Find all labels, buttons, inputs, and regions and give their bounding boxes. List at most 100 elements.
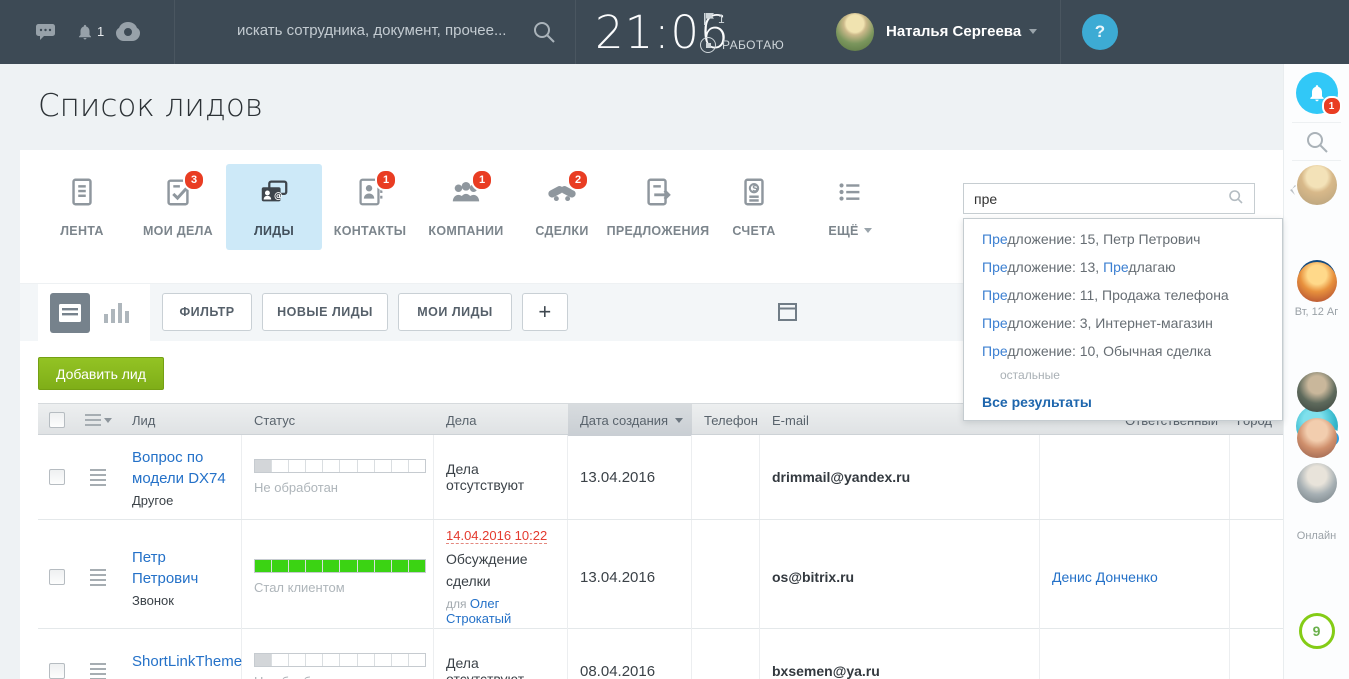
svg-text:S: S: [752, 183, 758, 193]
work-status-toggle[interactable]: РАБОТАЮ: [700, 37, 784, 53]
activity-datetime-link[interactable]: 14.04.2016 10:22: [446, 528, 547, 544]
column-header-created-sorted[interactable]: Дата создания: [568, 404, 692, 436]
notifications-count: 1: [97, 24, 104, 39]
activity-title: Обсуждение сделки: [446, 549, 555, 592]
activity-cell: Дела отсутствуют: [434, 629, 568, 679]
search-suggestion[interactable]: Предложение: 10, Обычная сделка: [964, 337, 1282, 365]
responsible-cell: [1040, 629, 1230, 679]
all-results-link[interactable]: Все результаты: [964, 387, 1282, 412]
user-menu[interactable]: Наталья Сергеева: [886, 23, 1037, 40]
row-actions-menu-icon[interactable]: [90, 469, 106, 486]
select-all-checkbox[interactable]: [49, 412, 65, 428]
help-button[interactable]: ?: [1082, 14, 1118, 50]
tab-badge: 1: [471, 169, 493, 191]
list-view-button[interactable]: [50, 293, 90, 333]
add-lead-button[interactable]: Добавить лид: [38, 357, 164, 390]
row-actions-menu-icon[interactable]: [90, 663, 106, 679]
activity-person-link[interactable]: Олег Строкатый: [446, 596, 511, 626]
sidebar-divider: [1292, 160, 1341, 161]
crm-search-input[interactable]: пре: [963, 183, 1255, 214]
email-cell: os@bitrix.ru: [760, 520, 1040, 634]
lead-source: Звонок: [132, 593, 229, 608]
contacts-icon: 1: [352, 177, 388, 213]
page-title: Список лидов: [38, 88, 263, 124]
status-label: Не обработан: [254, 480, 421, 495]
lead-link[interactable]: Вопрос по модели DX74: [132, 447, 229, 489]
crm-search-icon[interactable]: [1228, 189, 1244, 208]
topbar-divider: [1060, 0, 1061, 64]
filter-button[interactable]: ФИЛЬТР: [162, 293, 252, 331]
tab-leads[interactable]: @ ЛИДЫ: [226, 164, 322, 250]
column-header-phone[interactable]: Телефон: [692, 404, 760, 436]
city-cell: [1230, 520, 1284, 634]
search-suggestion[interactable]: Предложение: 15, Петр Петрович: [964, 225, 1282, 253]
status-progressbar: [254, 653, 426, 667]
created-date-cell: 13.04.2016: [568, 520, 692, 634]
drive-cloud-icon[interactable]: [116, 22, 140, 46]
responsible-link[interactable]: Денис Донченко: [1052, 569, 1217, 585]
sidebar-user-avatar[interactable]: [1297, 262, 1337, 302]
sidebar-user-avatar[interactable]: [1297, 165, 1337, 205]
pin-icon: [1290, 182, 1300, 200]
calendar-icon[interactable]: [778, 303, 797, 326]
phone-cell: [692, 629, 760, 679]
search-suggestion[interactable]: Предложение: 13, Предлагаю: [964, 253, 1282, 281]
column-header-created-label: Дата создания: [580, 413, 668, 428]
table-row: Петр Петрович Звонок Стал клиентом 14.04.…: [38, 520, 1284, 629]
online-users-counter[interactable]: 9: [1299, 613, 1335, 649]
preset-my-leads-button[interactable]: МОИ ЛИДЫ: [398, 293, 512, 331]
tab-label: ЛЕНТА: [60, 224, 104, 238]
phone-cell: [692, 435, 760, 519]
crm-tabs: ЛЕНТА 3 МОИ ДЕЛА @ ЛИДЫ 1 КОНТАКТЫ 1 КОМ…: [34, 164, 898, 250]
sidebar-user-avatar[interactable]: [1297, 372, 1337, 412]
column-header-lead[interactable]: Лид: [120, 404, 242, 436]
tab-companies[interactable]: 1 КОМПАНИИ: [418, 164, 514, 250]
more-icon: [832, 177, 868, 213]
search-suggestion[interactable]: Предложение: 3, Интернет-магазин: [964, 309, 1282, 337]
responsible-cell: [1040, 435, 1230, 519]
email-cell: drimmail@yandex.ru: [760, 435, 1040, 519]
tab-more[interactable]: ЕЩЁ: [802, 164, 898, 250]
sidebar-notifications-button[interactable]: 1: [1296, 72, 1338, 114]
sidebar-bell-badge: 1: [1322, 96, 1342, 116]
global-search-icon[interactable]: [532, 20, 556, 49]
activity-cell: Дела отсутствуют: [434, 435, 568, 519]
status-progressbar: [254, 559, 426, 573]
user-avatar[interactable]: [836, 13, 874, 51]
tab-my-tasks[interactable]: 3 МОИ ДЕЛА: [130, 164, 226, 250]
tab-quotes[interactable]: ПРЕДЛОЖЕНИЯ: [610, 164, 706, 250]
chart-view-button[interactable]: [104, 303, 129, 323]
add-preset-button[interactable]: +: [522, 293, 568, 331]
tab-label: КОНТАКТЫ: [334, 224, 406, 238]
right-sidebar: 1 24 Вт, 12 Аг 9 Онлайн +: [1283, 64, 1349, 679]
search-suggestion[interactable]: Предложение: 11, Продажа телефона: [964, 281, 1282, 309]
chevron-down-icon: [864, 228, 872, 233]
topbar-divider: [174, 0, 175, 64]
sidebar-user-avatar[interactable]: [1297, 418, 1337, 458]
row-checkbox[interactable]: [49, 663, 65, 679]
tab-feed[interactable]: ЛЕНТА: [34, 164, 130, 250]
notifications-bell-icon[interactable]: [76, 22, 94, 47]
lead-link[interactable]: Петр Петрович: [132, 547, 229, 589]
sidebar-user-avatar[interactable]: [1297, 463, 1337, 503]
chat-icon[interactable]: [36, 24, 55, 46]
tab-invoices[interactable]: S СЧЕТА: [706, 164, 802, 250]
tab-label: ЕЩЁ: [828, 224, 858, 238]
table-settings-menu[interactable]: [85, 414, 112, 426]
row-actions-menu-icon[interactable]: [90, 569, 106, 586]
global-search-input[interactable]: искать сотрудника, документ, прочее...: [237, 22, 506, 39]
row-checkbox[interactable]: [49, 569, 65, 585]
lead-link[interactable]: ShortLinkTheme: [132, 651, 229, 672]
tab-deals[interactable]: 2 СДЕЛКИ: [514, 164, 610, 250]
sidebar-search-icon[interactable]: [1305, 130, 1329, 159]
suggestions-more[interactable]: остальные: [964, 365, 1282, 387]
plan-flag[interactable]: 1: [704, 12, 725, 26]
column-header-status[interactable]: Статус: [242, 404, 434, 436]
status-label: Стал клиентом: [254, 580, 421, 595]
row-checkbox[interactable]: [49, 469, 65, 485]
column-header-activities[interactable]: Дела: [434, 404, 568, 436]
tab-contacts[interactable]: 1 КОНТАКТЫ: [322, 164, 418, 250]
leads-icon: @: [256, 177, 292, 213]
tab-label: СДЕЛКИ: [535, 224, 588, 238]
preset-new-leads-button[interactable]: НОВЫЕ ЛИДЫ: [262, 293, 388, 331]
